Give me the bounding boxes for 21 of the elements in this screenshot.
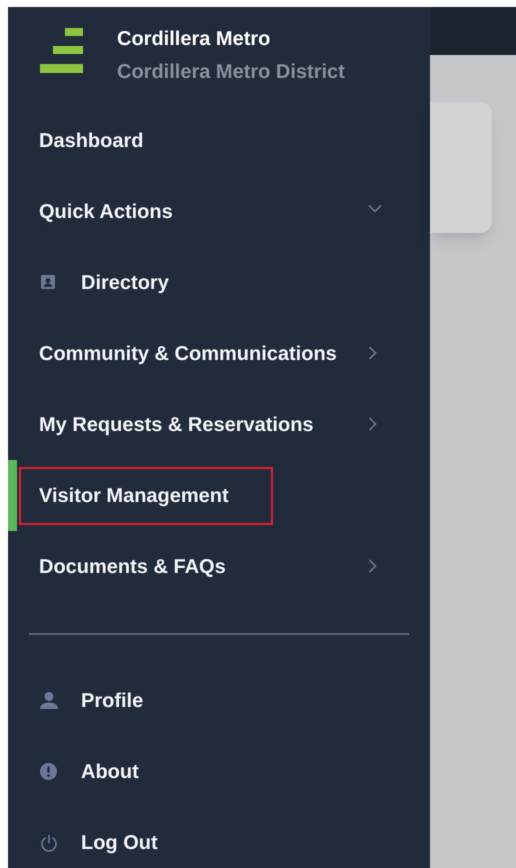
person-icon (40, 692, 58, 709)
brand-title: Cordillera Metro (117, 27, 272, 51)
chevron-right-icon[interactable] (368, 346, 377, 360)
nav-item[interactable]: Dashboard (39, 128, 144, 152)
chevron-right-icon[interactable] (368, 559, 377, 573)
power-icon (40, 834, 58, 852)
brand-subtitle: Cordillera Metro District (117, 60, 345, 84)
logo-icon (40, 28, 83, 73)
nav-item[interactable]: Visitor Management (39, 484, 229, 508)
chevron-down-icon[interactable] (368, 204, 382, 213)
nav-item[interactable]: Documents & FAQs (39, 554, 226, 578)
menu-item[interactable]: Log Out (81, 830, 158, 854)
menu-item[interactable]: Profile (81, 688, 144, 712)
nav-item[interactable]: Directory (81, 270, 169, 294)
exclamation-icon (40, 763, 57, 780)
menu-item[interactable]: About (81, 760, 139, 784)
contact-card-icon (40, 274, 56, 290)
chevron-right-icon[interactable] (368, 417, 377, 431)
nav-item[interactable]: My Requests & Reservations (39, 412, 314, 436)
nav-item[interactable]: Quick Actions (39, 200, 173, 224)
nav-item[interactable]: Community & Communications (39, 342, 337, 366)
